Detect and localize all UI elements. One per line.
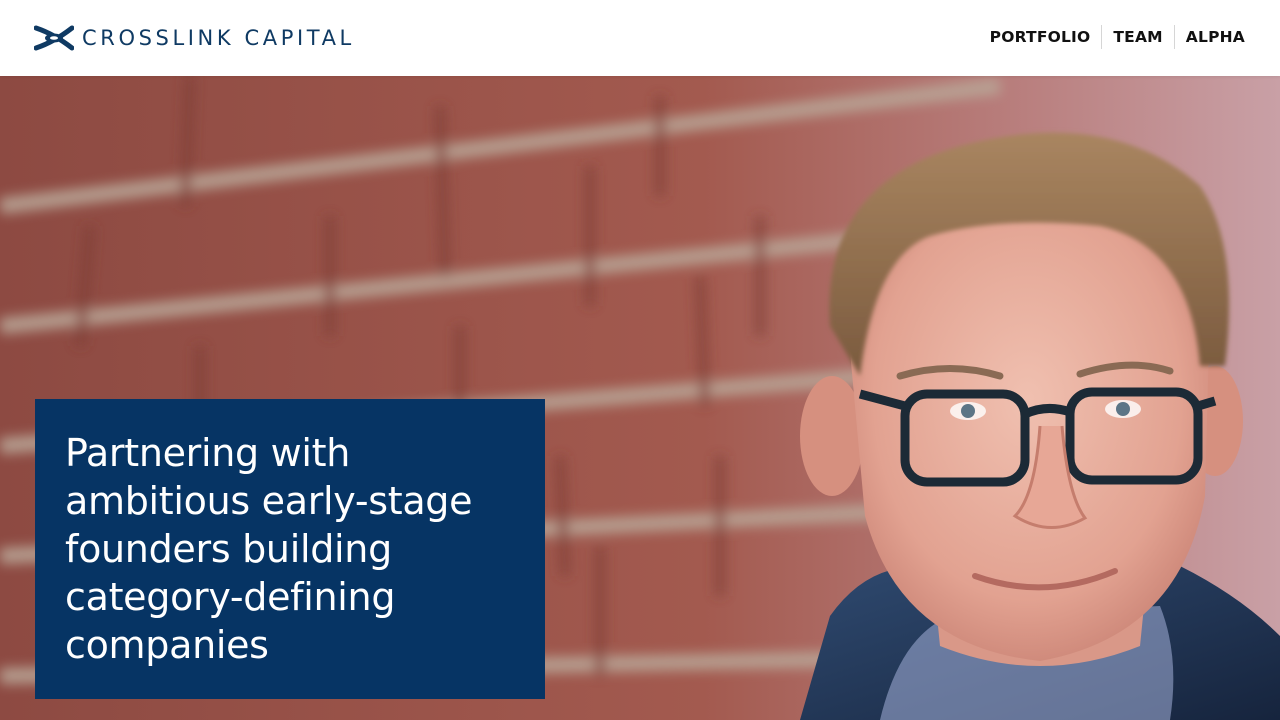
hero-section: Partnering with ambitious early-stage fo… [0, 76, 1280, 720]
brand-name: CROSSLINK CAPITAL [82, 26, 355, 50]
home-logo-link[interactable]: CROSSLINK CAPITAL [34, 24, 355, 52]
nav-item-team[interactable]: TEAM [1102, 24, 1173, 50]
crosslink-logo-icon [34, 25, 74, 51]
site-header: CROSSLINK CAPITAL PORTFOLIO TEAM ALPHA [0, 0, 1280, 76]
nav-item-alpha[interactable]: ALPHA [1175, 24, 1256, 50]
nav-item-portfolio[interactable]: PORTFOLIO [979, 24, 1102, 50]
hero-tagline: Partnering with ambitious early-stage fo… [65, 431, 473, 667]
main-nav: PORTFOLIO TEAM ALPHA [979, 24, 1256, 50]
tagline-box: Partnering with ambitious early-stage fo… [35, 399, 545, 699]
